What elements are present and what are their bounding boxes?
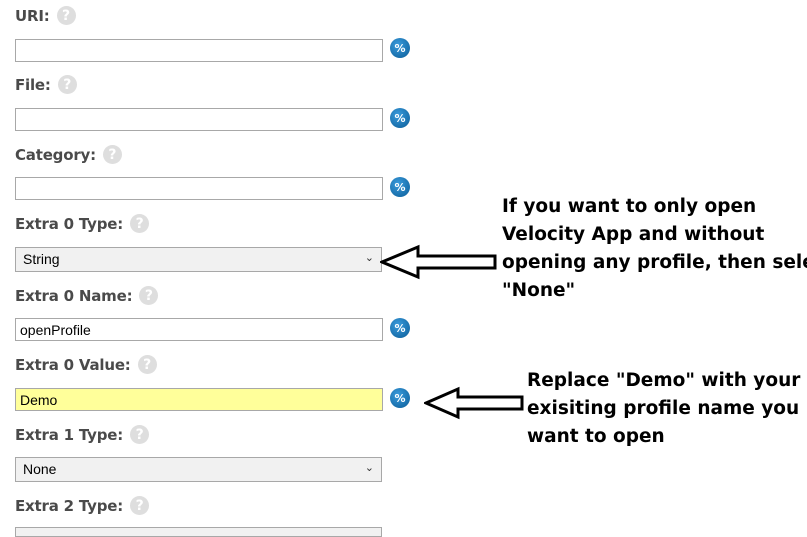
help-icon[interactable]: ? <box>130 214 150 233</box>
extra1-type-label: Extra 1 Type: ? <box>15 425 150 444</box>
help-icon[interactable]: ? <box>130 496 150 515</box>
help-icon[interactable]: ? <box>57 75 77 94</box>
extra1-type-selected-value: None <box>23 461 57 477</box>
variable-icon[interactable]: % <box>390 108 410 128</box>
extra0-value-label: Extra 0 Value: ? <box>15 355 157 374</box>
extra0-value-input[interactable] <box>15 388 383 411</box>
annotation-arrow-demo <box>424 386 524 420</box>
variable-icon[interactable]: % <box>390 177 410 197</box>
annotation-note-none: If you want to only open Velocity App an… <box>502 196 807 301</box>
annotation-note-demo: Replace "Demo" with your exisiting profi… <box>527 370 801 447</box>
extra0-name-input[interactable] <box>15 318 383 341</box>
extra2-type-select[interactable] <box>15 527 382 537</box>
file-input[interactable] <box>15 108 383 131</box>
help-icon[interactable]: ? <box>139 286 159 305</box>
help-icon[interactable]: ? <box>102 145 122 164</box>
variable-icon[interactable]: % <box>390 318 410 338</box>
category-input[interactable] <box>15 177 383 200</box>
extra2-type-label: Extra 2 Type: ? <box>15 496 150 515</box>
help-icon[interactable]: ? <box>137 355 157 374</box>
help-icon[interactable]: ? <box>56 6 76 25</box>
extra0-type-label: Extra 0 Type: ? <box>15 214 150 233</box>
chevron-down-icon: ⌄ <box>364 462 374 474</box>
variable-icon[interactable]: % <box>390 388 410 408</box>
category-label: Category: ? <box>15 145 122 164</box>
uri-input[interactable] <box>15 39 383 62</box>
extra1-type-select[interactable]: None ⌄ <box>15 457 382 482</box>
variable-icon[interactable]: % <box>390 38 410 58</box>
extra0-name-label: Extra 0 Name: ? <box>15 286 159 305</box>
chevron-down-icon: ⌄ <box>364 252 374 264</box>
file-label: File: ? <box>15 75 77 94</box>
annotation-arrow-none <box>380 244 497 280</box>
help-icon[interactable]: ? <box>130 425 150 444</box>
extra0-type-select[interactable]: String ⌄ <box>15 247 382 272</box>
uri-label: URI: ? <box>15 6 76 25</box>
extra0-type-selected-value: String <box>23 251 60 267</box>
